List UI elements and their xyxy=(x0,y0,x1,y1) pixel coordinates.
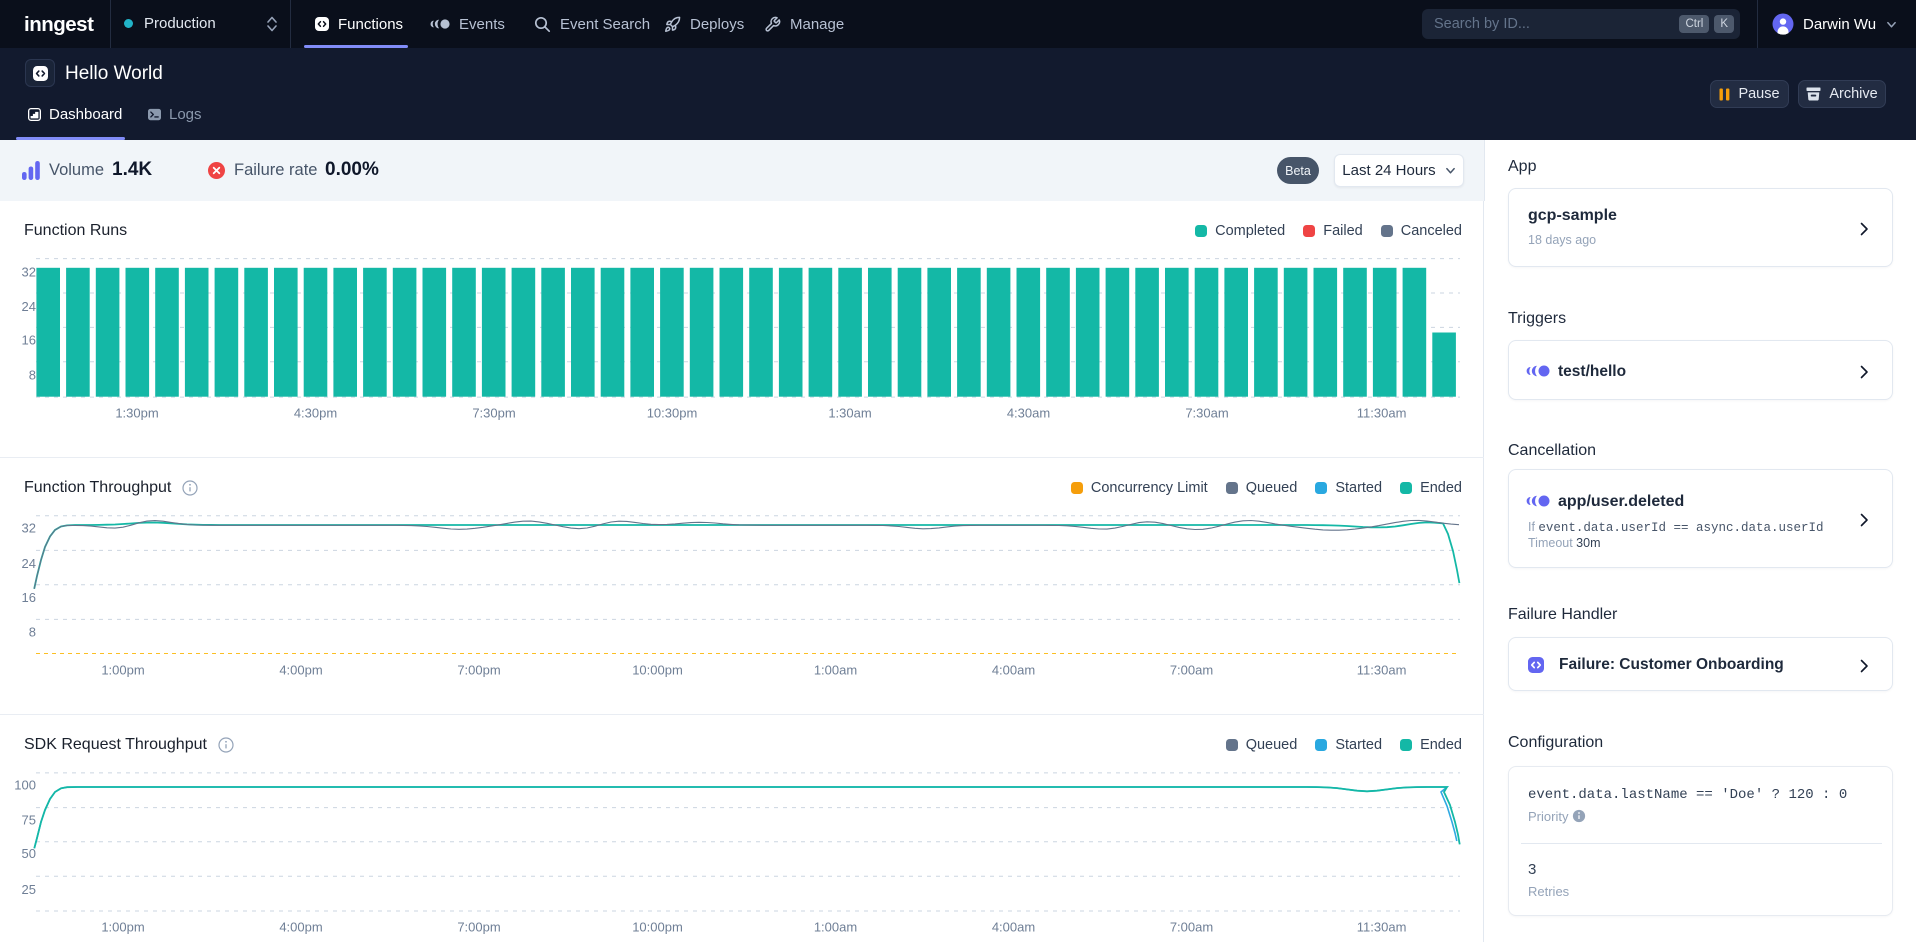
svg-text:8: 8 xyxy=(29,625,36,640)
svg-text:4:00pm: 4:00pm xyxy=(279,663,322,678)
svg-text:11:30am: 11:30am xyxy=(1357,920,1407,935)
svg-text:1:00am: 1:00am xyxy=(814,920,857,935)
svg-text:1:30am: 1:30am xyxy=(828,406,871,421)
svg-text:4:00pm: 4:00pm xyxy=(279,920,322,935)
svg-text:32: 32 xyxy=(22,521,36,536)
svg-text:1:00pm: 1:00pm xyxy=(101,920,144,935)
svg-text:10:00pm: 10:00pm xyxy=(632,920,683,935)
svg-text:100: 100 xyxy=(14,778,36,793)
svg-text:1:30pm: 1:30pm xyxy=(115,406,158,421)
svg-text:32: 32 xyxy=(22,265,36,280)
svg-text:10:30pm: 10:30pm xyxy=(647,406,698,421)
svg-text:7:00am: 7:00am xyxy=(1170,920,1213,935)
svg-text:50: 50 xyxy=(22,846,36,861)
svg-text:7:30am: 7:30am xyxy=(1185,406,1228,421)
svg-text:11:30am: 11:30am xyxy=(1357,663,1407,678)
svg-text:8: 8 xyxy=(29,368,36,383)
svg-text:7:00am: 7:00am xyxy=(1170,663,1213,678)
svg-text:4:30am: 4:30am xyxy=(1007,406,1050,421)
svg-text:4:00am: 4:00am xyxy=(992,920,1035,935)
svg-text:4:30pm: 4:30pm xyxy=(294,406,337,421)
svg-text:7:30pm: 7:30pm xyxy=(472,406,515,421)
svg-text:4:00am: 4:00am xyxy=(992,663,1035,678)
svg-text:11:30am: 11:30am xyxy=(1357,406,1407,421)
svg-text:16: 16 xyxy=(22,590,36,605)
svg-text:24: 24 xyxy=(22,299,36,314)
svg-text:7:00pm: 7:00pm xyxy=(457,920,500,935)
svg-text:10:00pm: 10:00pm xyxy=(632,663,683,678)
svg-text:24: 24 xyxy=(22,556,36,571)
svg-text:1:00am: 1:00am xyxy=(814,663,857,678)
svg-text:7:00pm: 7:00pm xyxy=(457,663,500,678)
svg-text:16: 16 xyxy=(22,333,36,348)
svg-text:1:00pm: 1:00pm xyxy=(101,663,144,678)
svg-text:25: 25 xyxy=(22,882,36,897)
svg-text:75: 75 xyxy=(22,812,36,827)
